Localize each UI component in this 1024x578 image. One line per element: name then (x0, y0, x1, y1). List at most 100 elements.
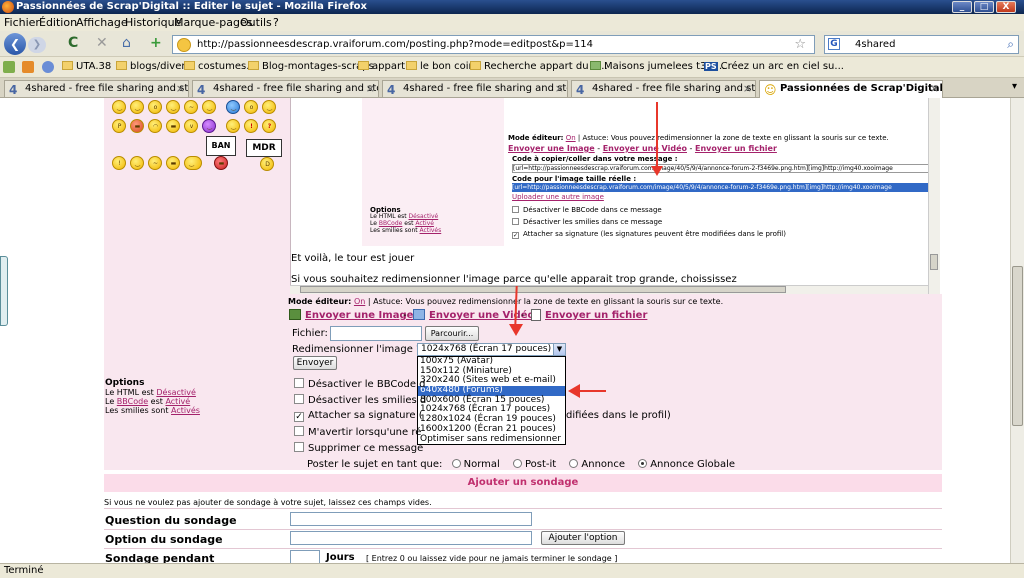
post-type-postit[interactable]: Post-it (512, 459, 556, 470)
ban-sign-icon[interactable]: BAN (206, 136, 236, 156)
menu-affichage[interactable]: Affichage (76, 16, 128, 29)
poll-option-input[interactable] (290, 531, 532, 545)
bookmark-costumes[interactable]: costumes... (184, 61, 256, 72)
smiley-icon[interactable]: ‿ (184, 156, 202, 170)
search-bar[interactable]: G 4shared ⌕ (824, 35, 1019, 54)
editor-mode-on-link[interactable]: On (354, 297, 365, 306)
bbcode-state-link[interactable]: Activé (165, 397, 190, 406)
reload-button[interactable]: C (68, 35, 78, 51)
resize-select[interactable]: 1024x768 (Écran 17 pouces) ▼ (417, 343, 566, 356)
textarea-hscroll-thumb[interactable] (300, 286, 786, 293)
ban-smiley-icon[interactable]: ▬ (214, 156, 228, 170)
smiley-icon[interactable]: ‿ (226, 119, 240, 133)
chevron-down-icon[interactable]: ▼ (553, 344, 565, 355)
smiley-icon[interactable]: ‿ (202, 100, 216, 114)
tab-4shared-1[interactable]: 44shared - free file sharing and stora..… (4, 80, 189, 97)
close-tab-icon[interactable]: × (176, 81, 185, 97)
bookmark-icon-1[interactable] (3, 61, 15, 73)
google-search-engine-icon[interactable]: G (828, 38, 840, 50)
side-widget[interactable] (0, 256, 8, 326)
tab-list-icon[interactable]: ▾ (1012, 81, 1017, 92)
page-scroll-thumb[interactable] (1012, 266, 1023, 426)
bookmark-arc-en-ciel[interactable]: PS Créez un arc en ciel su... (704, 61, 844, 72)
bookmark-star-icon[interactable]: ☆ (794, 36, 806, 53)
back-button[interactable]: ❮ (4, 33, 26, 55)
textarea-line-2[interactable]: Si vous souhaitez redimensionner l'image… (291, 274, 737, 285)
attach-signature-checkbox[interactable]: ✓ Attacher sa signature ( (294, 410, 423, 422)
close-tab-icon[interactable]: × (743, 81, 752, 97)
poll-duration-input[interactable] (290, 550, 320, 563)
send-image-link[interactable]: Envoyer une Image (305, 310, 413, 321)
post-type-annonce-globale[interactable]: Annonce Globale (638, 459, 735, 470)
close-tab-icon[interactable]: × (930, 81, 939, 97)
menu-fichier[interactable]: Fichier (4, 16, 40, 29)
smiley-icon[interactable]: ▬ (166, 156, 180, 170)
bookmark-appart[interactable]: appart (358, 61, 405, 72)
smiley-icon[interactable]: ‿ (166, 100, 180, 114)
bookmark-blog-montages[interactable]: Blog-montages-scraps (248, 61, 374, 72)
bookmark-le-bon-coin[interactable]: le bon coin (406, 61, 475, 72)
smiley-icon[interactable]: ‿ (130, 156, 144, 170)
stop-button[interactable]: ✕ (96, 35, 108, 51)
delete-message-checkbox[interactable]: Supprimer ce message (294, 442, 423, 454)
home-button[interactable]: ⌂ (122, 35, 131, 51)
smiley-icon[interactable]: ‿ (112, 100, 126, 114)
smiley-icon[interactable]: v (184, 119, 198, 133)
send-button[interactable]: Envoyer (293, 356, 337, 370)
smiley-idea-icon[interactable]: ! (112, 156, 126, 170)
url-bar[interactable]: http://passionneesdescrap.vraiforum.com/… (172, 35, 815, 54)
smiley-icon[interactable]: ~ (184, 100, 198, 114)
smiley-icon[interactable]: ‿ (130, 100, 144, 114)
menu-outils[interactable]: Outils (240, 16, 272, 29)
tab-passionnees-active[interactable]: ☺Passionnées de Scrap'Digital :: Edi...× (759, 80, 943, 98)
resize-dropdown-list[interactable]: 100x75 (Avatar) 150x112 (Miniature) 320x… (417, 356, 566, 445)
smiley-devil-icon[interactable]: ‿ (202, 119, 216, 133)
bbcode-link[interactable]: BBCode (117, 397, 148, 406)
resize-option[interactable]: Optimiser sans redimensionner (418, 434, 565, 445)
smiley-icon[interactable]: ◠ (148, 119, 162, 133)
add-bookmark-button[interactable]: + (150, 35, 162, 51)
tab-4shared-2[interactable]: 44shared - free file sharing and stora..… (192, 80, 379, 97)
page-scrollbar[interactable] (1010, 98, 1024, 563)
menu-help[interactable]: ? (273, 16, 279, 29)
smiley-exclaim-icon[interactable]: ! (244, 119, 258, 133)
smiley-icon[interactable]: o (244, 100, 258, 114)
mdr-sign-icon[interactable]: MDR (246, 139, 282, 157)
bookmark-recherche-appart[interactable]: Recherche appart du 2... (470, 61, 608, 72)
send-file-link[interactable]: Envoyer un fichier (545, 310, 647, 321)
smiley-icon[interactable]: o (148, 100, 162, 114)
smiley-icon[interactable]: P (112, 119, 126, 133)
bookmark-uta38[interactable]: UTA.38 (62, 61, 111, 72)
smiley-angry-icon[interactable]: ▬ (130, 119, 144, 133)
smiley-icon[interactable]: ~ (148, 156, 162, 170)
bookmark-icon-3[interactable] (42, 61, 54, 73)
search-go-icon[interactable]: ⌕ (1007, 36, 1014, 53)
bookmark-icon-2[interactable] (22, 61, 34, 73)
post-type-annonce[interactable]: Annonce (569, 459, 625, 470)
notify-reply-checkbox[interactable]: M'avertir lorsqu'une ré (294, 426, 421, 438)
close-tab-icon[interactable]: × (555, 81, 564, 97)
html-state-link[interactable]: Désactivé (156, 388, 196, 397)
mdr-smiley-icon[interactable]: D (260, 157, 274, 171)
smiley-cool-icon[interactable]: ‿ (226, 100, 240, 114)
send-video-link[interactable]: Envoyer une Vidéo (429, 310, 534, 321)
minimize-button[interactable]: _ (952, 1, 972, 13)
menu-historique[interactable]: Historique (125, 16, 181, 29)
forward-button[interactable]: ❯ (28, 37, 46, 53)
textarea-vscroll-thumb[interactable] (930, 254, 938, 270)
close-tab-icon[interactable]: × (366, 81, 375, 97)
tab-4shared-3[interactable]: 44shared - free file sharing and stora..… (382, 80, 568, 97)
browse-button[interactable]: Parcourir... (425, 326, 479, 341)
smilies-state-link[interactable]: Activés (171, 406, 200, 415)
smiley-icon[interactable]: ‿ (262, 100, 276, 114)
disable-smilies-checkbox[interactable]: Désactiver les smilies d (294, 394, 426, 406)
post-type-normal[interactable]: Normal (451, 459, 500, 470)
poll-question-input[interactable] (290, 512, 532, 526)
add-option-button[interactable]: Ajouter l'option (541, 531, 625, 545)
smiley-question-icon[interactable]: ? (262, 119, 276, 133)
smiley-icon[interactable]: ▬ (166, 119, 180, 133)
bookmark-blogs-divers[interactable]: blogs/divers (116, 61, 191, 72)
disable-bbcode-checkbox[interactable]: Désactiver le BBCode d (294, 378, 426, 390)
maximize-button[interactable]: □ (974, 1, 994, 13)
tab-4shared-4[interactable]: 44shared - free file sharing and stora..… (571, 80, 756, 97)
